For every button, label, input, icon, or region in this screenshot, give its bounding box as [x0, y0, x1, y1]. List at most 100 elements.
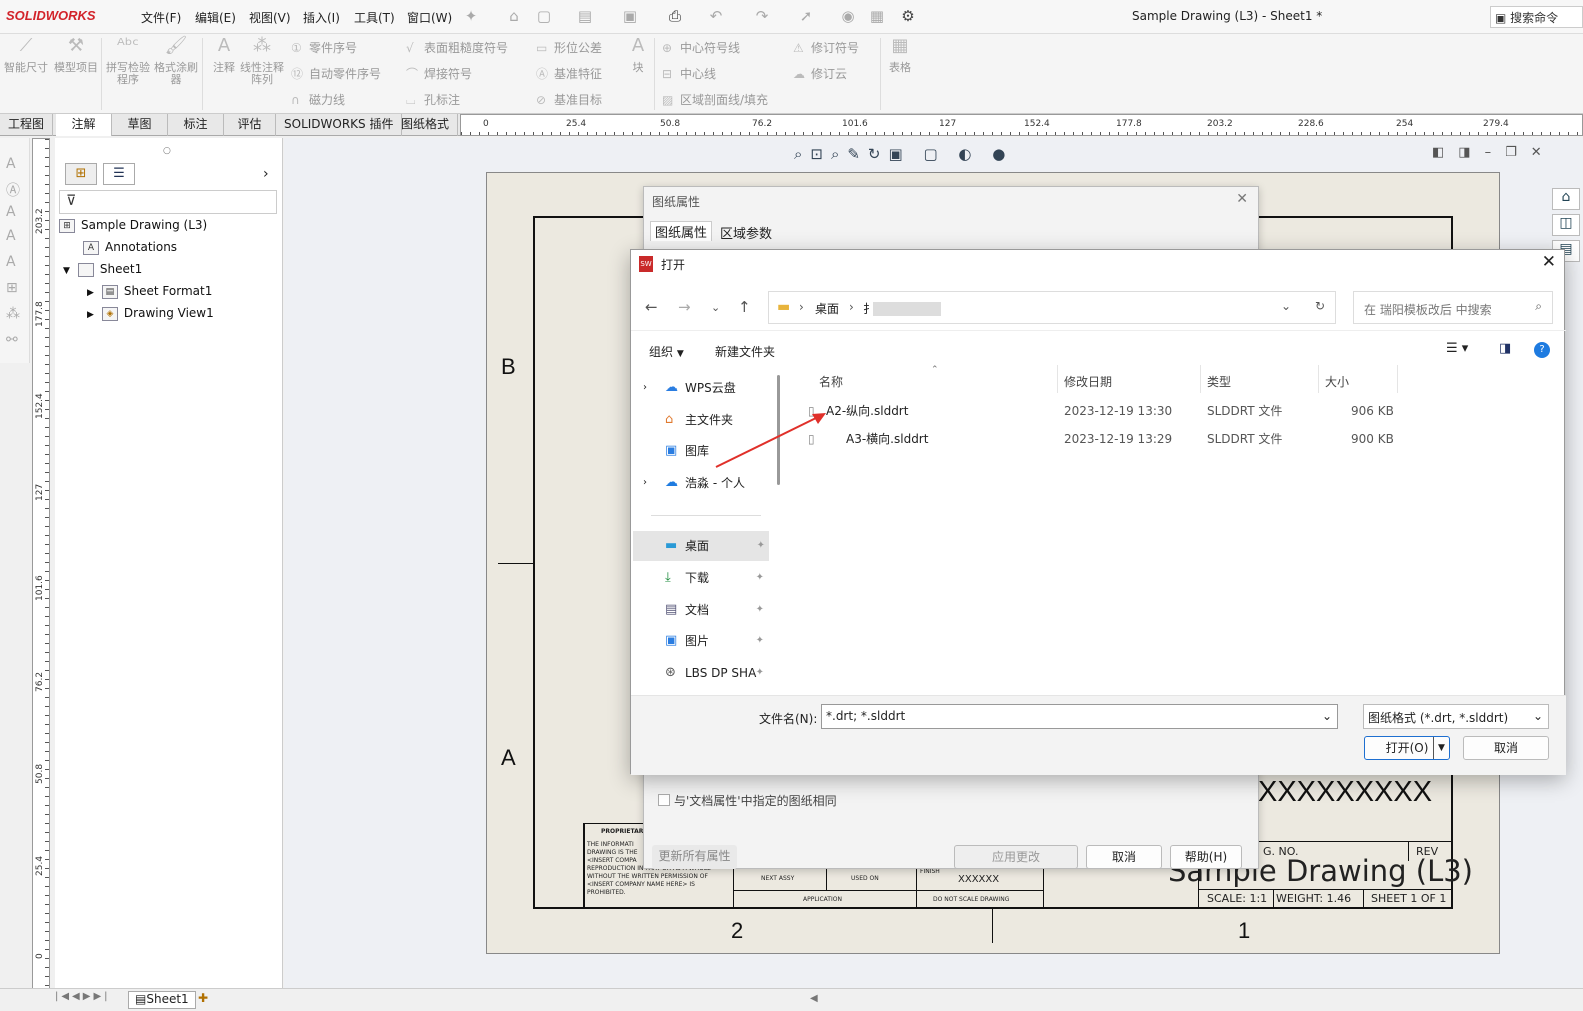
filename-input[interactable]: *.drt; *.slddrt ⌄ [821, 704, 1338, 729]
new-folder-button[interactable]: 新建文件夹 [715, 343, 775, 360]
tab-sheet-properties[interactable]: 图纸属性 [650, 221, 713, 241]
menu-edit[interactable]: 编辑(E) [195, 9, 236, 26]
nav-documents[interactable]: ▤ 文档 ✦ [633, 595, 768, 625]
home-icon[interactable]: ⌂ [504, 6, 524, 26]
nav-downloads[interactable]: ⤓ 下载 ✦ [633, 563, 768, 593]
dropdown-arrow-icon[interactable]: ▼ [1433, 737, 1449, 759]
forward-arrow-icon[interactable]: → [678, 298, 691, 316]
spell-check-button[interactable]: ᴬᵇᶜ 拼写检验程序 [106, 37, 150, 86]
open-icon[interactable]: ▤ [575, 6, 595, 26]
magnetic-line-button[interactable]: ∩ 磁力线 [291, 91, 345, 108]
add-text-icon[interactable]: A [6, 228, 16, 244]
balloon-button[interactable]: ① 零件序号 [291, 39, 357, 56]
preview-pane-icon[interactable]: ◨ [1499, 341, 1511, 356]
apply-changes-button[interactable]: 应用更改 [954, 845, 1078, 869]
smart-dimension-button[interactable]: ⟋ 智能尺寸 [4, 37, 48, 74]
print-icon[interactable]: ⎙ [665, 6, 685, 26]
nav-wps-cloud[interactable]: › ☁ WPS云盘 [633, 373, 768, 403]
menu-file[interactable]: 文件(F) [141, 9, 181, 26]
redo-icon[interactable]: ↷ [752, 6, 772, 26]
panel-grip[interactable]: ○ [163, 146, 171, 156]
pattern-tool-icon[interactable]: ⁂ [6, 306, 20, 322]
tree-sheet-format[interactable]: ▶ ▤ Sheet Format1 [87, 284, 212, 299]
expand-right-icon[interactable]: ▶ [87, 310, 94, 320]
link-tool-icon[interactable]: ⚯ [6, 332, 18, 348]
expand-right-icon[interactable]: ▶ [87, 288, 94, 298]
add-sheet-icon[interactable]: ✚ [198, 991, 208, 1005]
tab-drawing[interactable]: 工程图 [0, 114, 54, 136]
expand-down-icon[interactable]: ▼ [63, 266, 70, 276]
close-icon[interactable]: ✕ [1236, 191, 1248, 207]
format-painter-button[interactable]: 🖌 格式涂刷器 [154, 37, 198, 86]
same-as-doc-checkbox[interactable] [658, 794, 670, 806]
auto-balloon-button[interactable]: ⑫ 自动零件序号 [291, 65, 381, 82]
center-mark-button[interactable]: ⊕ 中心符号线 [662, 39, 740, 56]
up-arrow-icon[interactable]: ↑ [738, 298, 751, 316]
datum-feature-button[interactable]: Ⓐ 基准特征 [536, 65, 602, 82]
linear-note-pattern-button[interactable]: ⁂ 线性注释阵列 [240, 37, 284, 86]
menu-insert[interactable]: 插入(I) [303, 9, 340, 26]
feature-manager-tab-icon[interactable]: ⊞ [65, 163, 97, 185]
expand-right-icon[interactable]: › [643, 468, 647, 498]
centerline-button[interactable]: ⊟ 中心线 [662, 65, 716, 82]
file-row[interactable]: ▯ A2-纵向.slddrt 2023-12-19 13:30 SLDDRT 文… [804, 398, 1564, 424]
tab-sheet-format[interactable]: 图纸格式 [393, 114, 459, 136]
scroll-left-icon[interactable]: ◀ [810, 993, 818, 1004]
tab-sketch[interactable]: 草图 [112, 114, 168, 136]
tree-sheet[interactable]: ▼ Sheet1 [63, 262, 142, 277]
tree-root[interactable]: ⊞ Sample Drawing (L3) [59, 218, 207, 233]
options-gear-icon[interactable]: ⚙ [898, 6, 918, 26]
sheet-tab[interactable]: ▤Sheet1 [128, 991, 196, 1009]
revision-symbol-button[interactable]: ⚠ 修订符号 [793, 39, 859, 56]
breadcrumb-desktop[interactable]: 桌面 [815, 300, 839, 317]
file-properties-icon[interactable]: ▦ [867, 6, 887, 26]
property-manager-tab-icon[interactable]: ☰ [103, 163, 135, 185]
nav-pictures[interactable]: ▣ 图片 ✦ [633, 626, 768, 656]
expand-right-icon[interactable]: › [643, 373, 647, 403]
nav-lbs[interactable]: ⊛ LBS DP SHA ✦ [633, 658, 768, 688]
save-icon[interactable]: ▣ [620, 6, 640, 26]
refresh-icon[interactable]: ↻ [1315, 299, 1325, 313]
tree-drawing-view[interactable]: ▶ ◈ Drawing View1 [87, 306, 214, 321]
menu-view[interactable]: 视图(V) [249, 9, 291, 26]
tab-markup[interactable]: 标注 [168, 114, 224, 136]
help-button[interactable]: 帮助(H) [1170, 845, 1242, 869]
menu-tools[interactable]: 工具(T) [354, 9, 395, 26]
heads-up-view-toolbar[interactable]: ⌕⊡⌕✎↻▣ ▢ ◐ ● [794, 145, 1013, 163]
column-name[interactable]: 名称 [819, 373, 843, 390]
weld-symbol-button[interactable]: ⌒ 焊接符号 [406, 65, 472, 82]
tab-zone-parameters[interactable]: 区域参数 [720, 223, 772, 242]
text-tool-icon[interactable]: A [6, 204, 16, 220]
table-button[interactable]: ▦ 表格 [880, 37, 920, 74]
nav-home[interactable]: ⌂ 主文件夹 [633, 405, 768, 435]
chevron-right-icon[interactable]: › [263, 166, 269, 182]
sheet-navigation-icons[interactable]: |◀◀▶▶| [55, 991, 111, 1002]
design-library-icon[interactable]: ◫ [1552, 214, 1580, 236]
recent-locations-icon[interactable]: ⌄ [711, 301, 720, 314]
surface-finish-button[interactable]: √ 表面粗糙度符号 [406, 39, 508, 56]
menu-window[interactable]: 窗口(W) [407, 9, 452, 26]
stamp-tool-icon[interactable]: ⊞ [6, 280, 18, 296]
cancel-button[interactable]: 取消 [1086, 845, 1162, 869]
tree-annotations[interactable]: A Annotations [83, 240, 177, 255]
file-type-select[interactable]: 图纸格式 (*.drt, *.slddrt) ⌄ [1363, 704, 1549, 729]
tab-annotation[interactable]: 注解 [56, 114, 112, 136]
view-options-icon[interactable]: ☰ ▾ [1446, 341, 1468, 356]
folder-search-input[interactable]: 在 瑞阳模板改后 中搜索 ⌕ [1353, 291, 1553, 324]
tree-filter-input[interactable]: ⊽ [59, 190, 277, 214]
column-size[interactable]: 大小 [1325, 373, 1349, 390]
chevron-down-icon[interactable]: ⌄ [1322, 709, 1332, 723]
geometric-tolerance-button[interactable]: ▭ 形位公差 [536, 39, 602, 56]
nav-gallery[interactable]: ▣ 图库 [633, 436, 768, 466]
model-items-button[interactable]: ⚒ 模型项目 [54, 37, 98, 74]
note-tool-icon[interactable]: A [6, 156, 16, 172]
close-icon[interactable]: ✕ [1542, 252, 1556, 272]
balloon-tool-icon[interactable]: Ⓐ [6, 180, 20, 200]
nav-desktop[interactable]: ▬ 桌面 ✦ [633, 531, 769, 561]
new-document-icon[interactable]: ▢ [534, 6, 554, 26]
block-button[interactable]: A块 [624, 37, 652, 74]
datum-target-button[interactable]: ⊘ 基准目标 [536, 91, 602, 108]
help-icon[interactable]: ? [1534, 342, 1550, 358]
column-date[interactable]: 修改日期 [1064, 373, 1112, 390]
back-arrow-icon[interactable]: ← [645, 298, 658, 316]
